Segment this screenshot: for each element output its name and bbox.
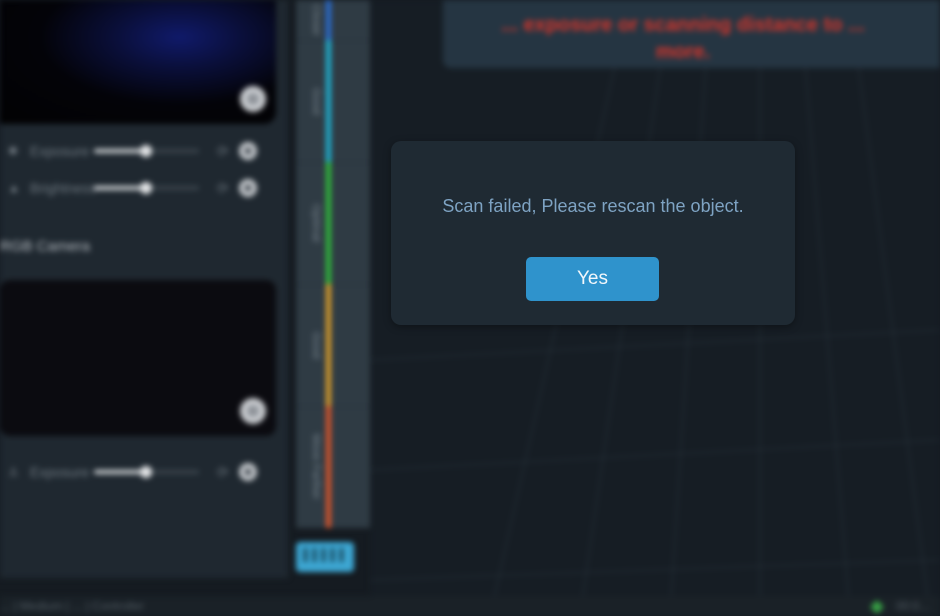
distance-segment: Closer <box>296 0 370 41</box>
brightness-label: Brightness <box>30 180 97 196</box>
warning-line-2: more. <box>655 41 711 63</box>
depth-camera-preview <box>0 0 276 124</box>
exposure-slider-fill <box>94 149 146 153</box>
distance-segment: Optimal <box>296 162 370 285</box>
gear-icon[interactable] <box>238 142 257 160</box>
warning-line-1: ... exposure or scanning distance to ... <box>501 14 865 36</box>
distance-segment: Move Farther <box>296 406 370 528</box>
distance-segment-color <box>326 284 331 406</box>
scan-warning-banner: ... exposure or scanning distance to ...… <box>443 0 940 68</box>
refresh-icon[interactable]: ⟳ <box>217 143 229 160</box>
rgb-camera-preview <box>0 280 276 436</box>
status-time: 00:0... <box>896 599 930 613</box>
distance-indicator: Closer Good Optimal Good Move Farther <box>296 0 370 528</box>
ruler-icon[interactable] <box>296 542 354 572</box>
brightness-slider-fill <box>94 186 146 190</box>
gear-icon[interactable] <box>238 463 257 481</box>
distance-segment-color <box>326 162 331 284</box>
distance-segment: Good <box>296 284 370 407</box>
distance-segment-label: Move Farther <box>310 434 322 500</box>
distance-segment-label: Good <box>310 87 322 115</box>
status-text: ... | Medium | ... | Controller <box>0 599 145 613</box>
distance-segment-color <box>326 40 331 162</box>
status-indicator-icon <box>869 599 885 615</box>
distance-segment-label: Good <box>310 331 322 359</box>
yes-button[interactable]: Yes <box>526 257 659 301</box>
depth-brightness-row: ▲ Brightness ⟳ <box>0 177 288 199</box>
distance-segment-color <box>326 406 331 528</box>
rgb-camera-title: RGB Camera <box>0 238 91 255</box>
exposure-slider-knob[interactable] <box>140 145 152 157</box>
scan-failed-dialog: Scan failed, Please rescan the object. Y… <box>391 141 795 325</box>
exposure-slider[interactable] <box>94 145 199 157</box>
sun-icon: ♙ <box>8 465 19 479</box>
exposure-label: Exposure <box>30 464 90 480</box>
gear-icon[interactable] <box>238 179 257 197</box>
depth-exposure-row: ✱ Exposure ⟳ <box>0 140 288 162</box>
brightness-slider-knob[interactable] <box>140 182 152 194</box>
status-bar: ... | Medium | ... | Controller 00:0... <box>0 596 940 616</box>
rgb-exposure-slider-fill <box>94 470 146 474</box>
distance-segment-color <box>326 0 331 40</box>
distance-segment: Good <box>296 40 370 163</box>
refresh-icon[interactable]: ⟳ <box>217 464 229 481</box>
camera-panel: ✱ Exposure ⟳ ▲ Brightness ⟳ RGB Camera ♙ <box>0 0 288 578</box>
distance-segment-label: Closer <box>310 4 322 36</box>
distance-segment-label: Optimal <box>310 204 322 242</box>
rgb-exposure-slider[interactable] <box>94 466 199 478</box>
refresh-icon[interactable]: ⟳ <box>217 180 229 197</box>
camera-capture-icon[interactable] <box>240 86 266 112</box>
sun-icon: ✱ <box>8 144 19 158</box>
warning-triangle-icon: ▲ <box>8 181 20 195</box>
brightness-slider[interactable] <box>94 182 199 194</box>
dialog-message: Scan failed, Please rescan the object. <box>442 196 744 216</box>
rgb-exposure-row: ♙ Exposure ⟳ <box>0 461 288 483</box>
exposure-label: Exposure <box>30 143 90 159</box>
camera-capture-icon[interactable] <box>240 398 266 424</box>
rgb-exposure-slider-knob[interactable] <box>140 466 152 478</box>
